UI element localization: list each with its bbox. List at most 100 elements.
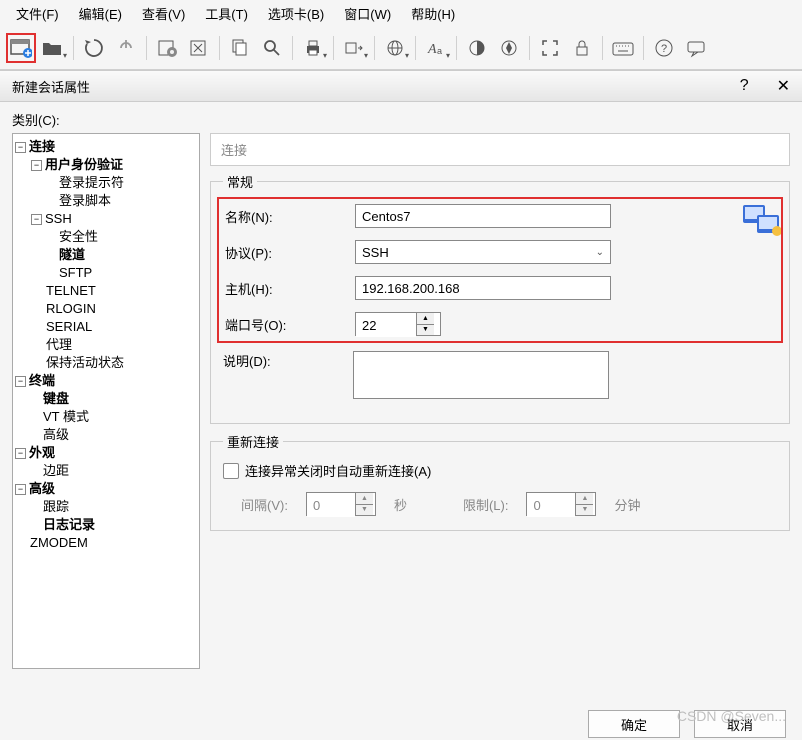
- disconnect-button[interactable]: [111, 33, 141, 63]
- menu-help[interactable]: 帮助(H): [401, 2, 465, 25]
- chevron-down-icon: ⌄: [596, 247, 604, 258]
- tree-telnet[interactable]: TELNET: [46, 282, 96, 300]
- toolbar-separator: [602, 36, 603, 60]
- interval-input[interactable]: ▲▼: [306, 492, 376, 516]
- toolbar-icon[interactable]: [184, 33, 214, 63]
- tree-proxy[interactable]: 代理: [46, 336, 72, 354]
- menu-bar: 文件(F) 编辑(E) 查看(V) 工具(T) 选项卡(B) 窗口(W) 帮助(…: [0, 0, 802, 26]
- interval-label: 间隔(V):: [241, 495, 288, 514]
- tree-trace[interactable]: 跟踪: [43, 498, 69, 516]
- color-button[interactable]: [462, 33, 492, 63]
- reconnect-group: 重新连接 连接异常关闭时自动重新连接(A) 间隔(V): ▲▼ 秒 限制(L: [210, 432, 790, 531]
- toolbar-separator: [219, 36, 220, 60]
- tree-keyboard[interactable]: 键盘: [43, 390, 69, 408]
- tree-ssh[interactable]: SSH: [45, 210, 72, 228]
- spin-down-icon[interactable]: ▼: [576, 505, 593, 516]
- dialog-help-button[interactable]: ?: [740, 77, 749, 95]
- fullscreen-button[interactable]: [535, 33, 565, 63]
- spin-up-icon[interactable]: ▲: [576, 493, 593, 505]
- chat-button[interactable]: [681, 33, 711, 63]
- font-button[interactable]: Aa▾: [421, 33, 451, 63]
- menu-edit[interactable]: 编辑(E): [69, 2, 132, 25]
- tree-login-prompt[interactable]: 登录提示符: [59, 174, 124, 192]
- limit-value[interactable]: [527, 493, 575, 517]
- transfer-button[interactable]: ▾: [339, 33, 369, 63]
- tree-advanced[interactable]: 高级: [29, 480, 55, 498]
- panel-heading: 连接: [210, 133, 790, 166]
- auto-reconnect-label: 连接异常关闭时自动重新连接(A): [245, 461, 431, 480]
- tree-expand-icon[interactable]: −: [15, 376, 26, 387]
- protocol-value: SSH: [362, 245, 389, 260]
- tree-expand-icon[interactable]: −: [15, 142, 26, 153]
- tree-expand-icon[interactable]: −: [31, 214, 42, 225]
- reconnect-button[interactable]: [79, 33, 109, 63]
- tree-rlogin[interactable]: RLOGIN: [46, 300, 96, 318]
- tree-zmodem[interactable]: ZMODEM: [30, 534, 88, 552]
- interval-unit: 秒: [394, 495, 407, 514]
- ok-button[interactable]: 确定: [588, 710, 680, 738]
- lock-button[interactable]: [567, 33, 597, 63]
- toolbar-separator: [643, 36, 644, 60]
- globe-button[interactable]: ▾: [380, 33, 410, 63]
- name-input[interactable]: [355, 204, 611, 228]
- menu-file[interactable]: 文件(F): [6, 2, 69, 25]
- tree-logging[interactable]: 日志记录: [43, 516, 95, 534]
- host-input[interactable]: [355, 276, 611, 300]
- properties-button[interactable]: [152, 33, 182, 63]
- open-button[interactable]: ▾: [38, 33, 68, 63]
- tree-expand-icon[interactable]: −: [15, 448, 26, 459]
- keyboard-button[interactable]: [608, 33, 638, 63]
- port-value[interactable]: [356, 313, 416, 337]
- tree-tunnel[interactable]: 隧道: [59, 246, 85, 264]
- svg-text:?: ?: [661, 43, 667, 55]
- port-label: 端口号(O):: [225, 315, 355, 334]
- compass-button[interactable]: [494, 33, 524, 63]
- tree-sftp[interactable]: SFTP: [59, 264, 92, 282]
- tree-connection[interactable]: 连接: [29, 138, 55, 156]
- auto-reconnect-checkbox[interactable]: [223, 463, 239, 479]
- help-icon[interactable]: ?: [649, 33, 679, 63]
- category-label: 类别(C):: [12, 110, 790, 129]
- copy-button[interactable]: [225, 33, 255, 63]
- svg-text:a: a: [437, 46, 442, 56]
- port-input[interactable]: ▲ ▼: [355, 312, 441, 336]
- tree-user-auth[interactable]: 用户身份验证: [45, 156, 123, 174]
- menu-tabs[interactable]: 选项卡(B): [258, 2, 334, 25]
- svg-text:A: A: [427, 42, 437, 57]
- tree-expand-icon[interactable]: −: [15, 484, 26, 495]
- description-input[interactable]: [353, 351, 609, 399]
- menu-tools[interactable]: 工具(T): [195, 2, 258, 25]
- new-session-button[interactable]: [6, 33, 36, 63]
- spin-up-icon[interactable]: ▲: [417, 313, 434, 325]
- spin-down-icon[interactable]: ▼: [356, 505, 373, 516]
- tree-vt-mode[interactable]: VT 模式: [43, 408, 89, 426]
- menu-view[interactable]: 查看(V): [132, 2, 195, 25]
- interval-value[interactable]: [307, 493, 355, 517]
- tree-serial[interactable]: SERIAL: [46, 318, 92, 336]
- dialog-close-button[interactable]: ✕: [777, 76, 790, 96]
- category-tree[interactable]: −连接 −用户身份验证 登录提示符 登录脚本 −SSH 安全性: [12, 133, 200, 669]
- menu-window[interactable]: 窗口(W): [334, 2, 401, 25]
- tree-margin[interactable]: 边距: [43, 462, 69, 480]
- settings-panel: 连接 常规 名称(N): 协议(P):: [210, 133, 790, 706]
- tree-expand-icon[interactable]: −: [31, 160, 42, 171]
- tree-appearance[interactable]: 外观: [29, 444, 55, 462]
- highlighted-fields: 名称(N): 协议(P): SSH ⌄ 主机(H):: [217, 197, 783, 343]
- general-legend: 常规: [223, 172, 257, 191]
- tree-login-script[interactable]: 登录脚本: [59, 192, 111, 210]
- tree-keepalive[interactable]: 保持活动状态: [46, 354, 124, 372]
- tree-security[interactable]: 安全性: [59, 228, 98, 246]
- tree-advanced-term[interactable]: 高级: [43, 426, 69, 444]
- search-button[interactable]: [257, 33, 287, 63]
- protocol-select[interactable]: SSH ⌄: [355, 240, 611, 264]
- new-session-dialog: 新建会话属性 ? ✕ 类别(C): −连接 −用户身份验证 登录提示符 登: [0, 70, 802, 738]
- spin-up-icon[interactable]: ▲: [356, 493, 373, 505]
- limit-input[interactable]: ▲▼: [526, 492, 596, 516]
- spin-down-icon[interactable]: ▼: [417, 325, 434, 336]
- dialog-titlebar: 新建会话属性 ? ✕: [0, 70, 802, 102]
- print-button[interactable]: ▾: [298, 33, 328, 63]
- desc-label: 说明(D):: [223, 351, 353, 370]
- protocol-label: 协议(P):: [225, 243, 355, 262]
- tree-terminal[interactable]: 终端: [29, 372, 55, 390]
- dialog-title: 新建会话属性: [12, 77, 90, 96]
